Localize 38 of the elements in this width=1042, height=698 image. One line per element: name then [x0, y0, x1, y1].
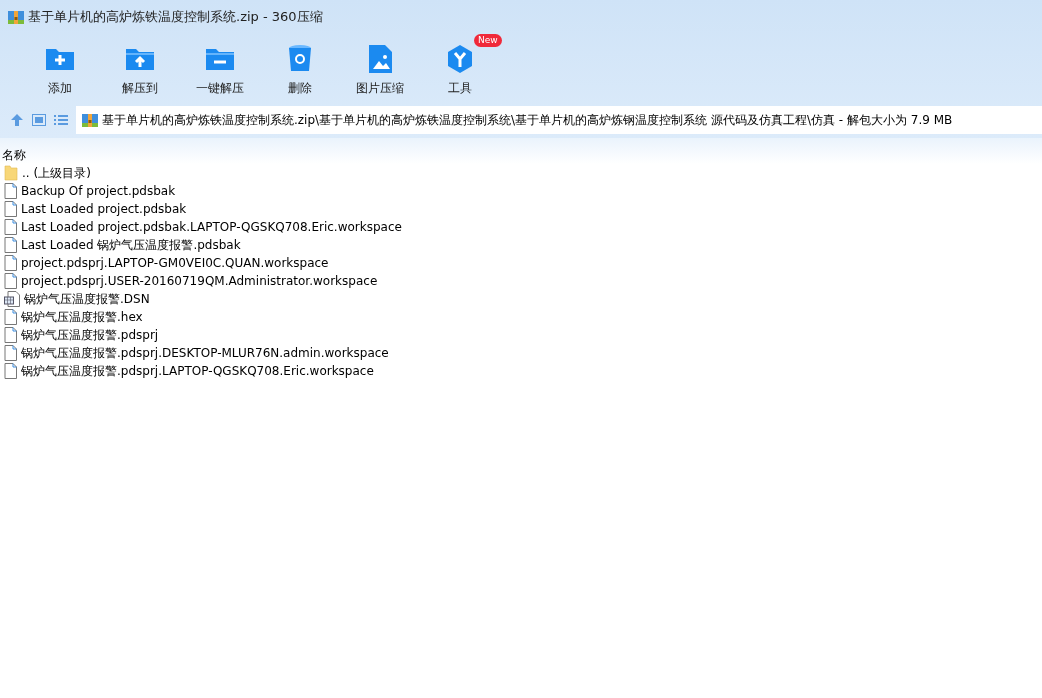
folder-icon	[4, 165, 18, 181]
file-row[interactable]: project.pdsprj.USER-20160719QM.Administrator.workspace	[0, 272, 1042, 290]
window-title: 基于单片机的高炉炼铁温度控制系统.zip - 360压缩	[28, 8, 323, 27]
file-row[interactable]: 锅炉气压温度报警.pdsprj.DESKTOP-MLUR76N.admin.workspace	[0, 344, 1042, 362]
file-icon	[4, 273, 17, 289]
list-view-icon[interactable]	[54, 114, 68, 126]
up-arrow-icon[interactable]	[10, 113, 24, 127]
toolbar-button[interactable]: 图片压缩	[340, 38, 420, 102]
file-row[interactable]: Last Loaded project.pdsbak.LAPTOP-QGSKQ708.Eric.workspace	[0, 218, 1042, 236]
file-row[interactable]: Backup Of project.pdsbak	[0, 182, 1042, 200]
file-row[interactable]: 锅炉气压温度报警.DSN	[0, 290, 1042, 308]
design-file-icon	[4, 291, 20, 307]
file-icon	[4, 219, 17, 235]
file-icon	[4, 183, 17, 199]
file-icon	[4, 237, 17, 253]
file-icon	[4, 363, 17, 379]
column-header[interactable]: 名称	[2, 148, 26, 162]
thumbnail-view-icon[interactable]	[32, 114, 46, 126]
address-field[interactable]: 基于单片机的高炉炼铁温度控制系统.zip\基于单片机的高炉炼铁温度控制系统\基于单片机的高炉炼钢温度控制系统 源代码及仿真工程\仿真 - 解包大小为 7.9 MB	[76, 106, 1042, 134]
archive-icon	[8, 9, 24, 25]
toolbar-button[interactable]: 删除	[260, 38, 340, 102]
toolbar-button[interactable]: 一键解压	[180, 38, 260, 102]
file-icon	[4, 327, 17, 343]
file-icon	[4, 201, 17, 217]
file-row[interactable]: Last Loaded project.pdsbak	[0, 200, 1042, 218]
file-row[interactable]: project.pdsprj.LAPTOP-GM0VEI0C.QUAN.workspace	[0, 254, 1042, 272]
file-icon	[4, 255, 17, 271]
file-row[interactable]: 锅炉气压温度报警.pdsprj	[0, 326, 1042, 344]
file-icon	[4, 345, 17, 361]
file-row[interactable]: Last Loaded 锅炉气压温度报警.pdsbak	[0, 236, 1042, 254]
toolbar-button[interactable]: 添加	[20, 38, 100, 102]
file-row[interactable]: 锅炉气压温度报警.pdsprj.LAPTOP-QGSKQ708.Eric.workspace	[0, 362, 1042, 380]
toolbar-button[interactable]: 解压到	[100, 38, 180, 102]
file-row[interactable]: 锅炉气压温度报警.hex	[0, 308, 1042, 326]
file-icon	[4, 309, 17, 325]
archive-icon	[82, 112, 98, 128]
new-badge: New	[474, 34, 502, 47]
file-row[interactable]: .. (上级目录)	[0, 164, 1042, 182]
